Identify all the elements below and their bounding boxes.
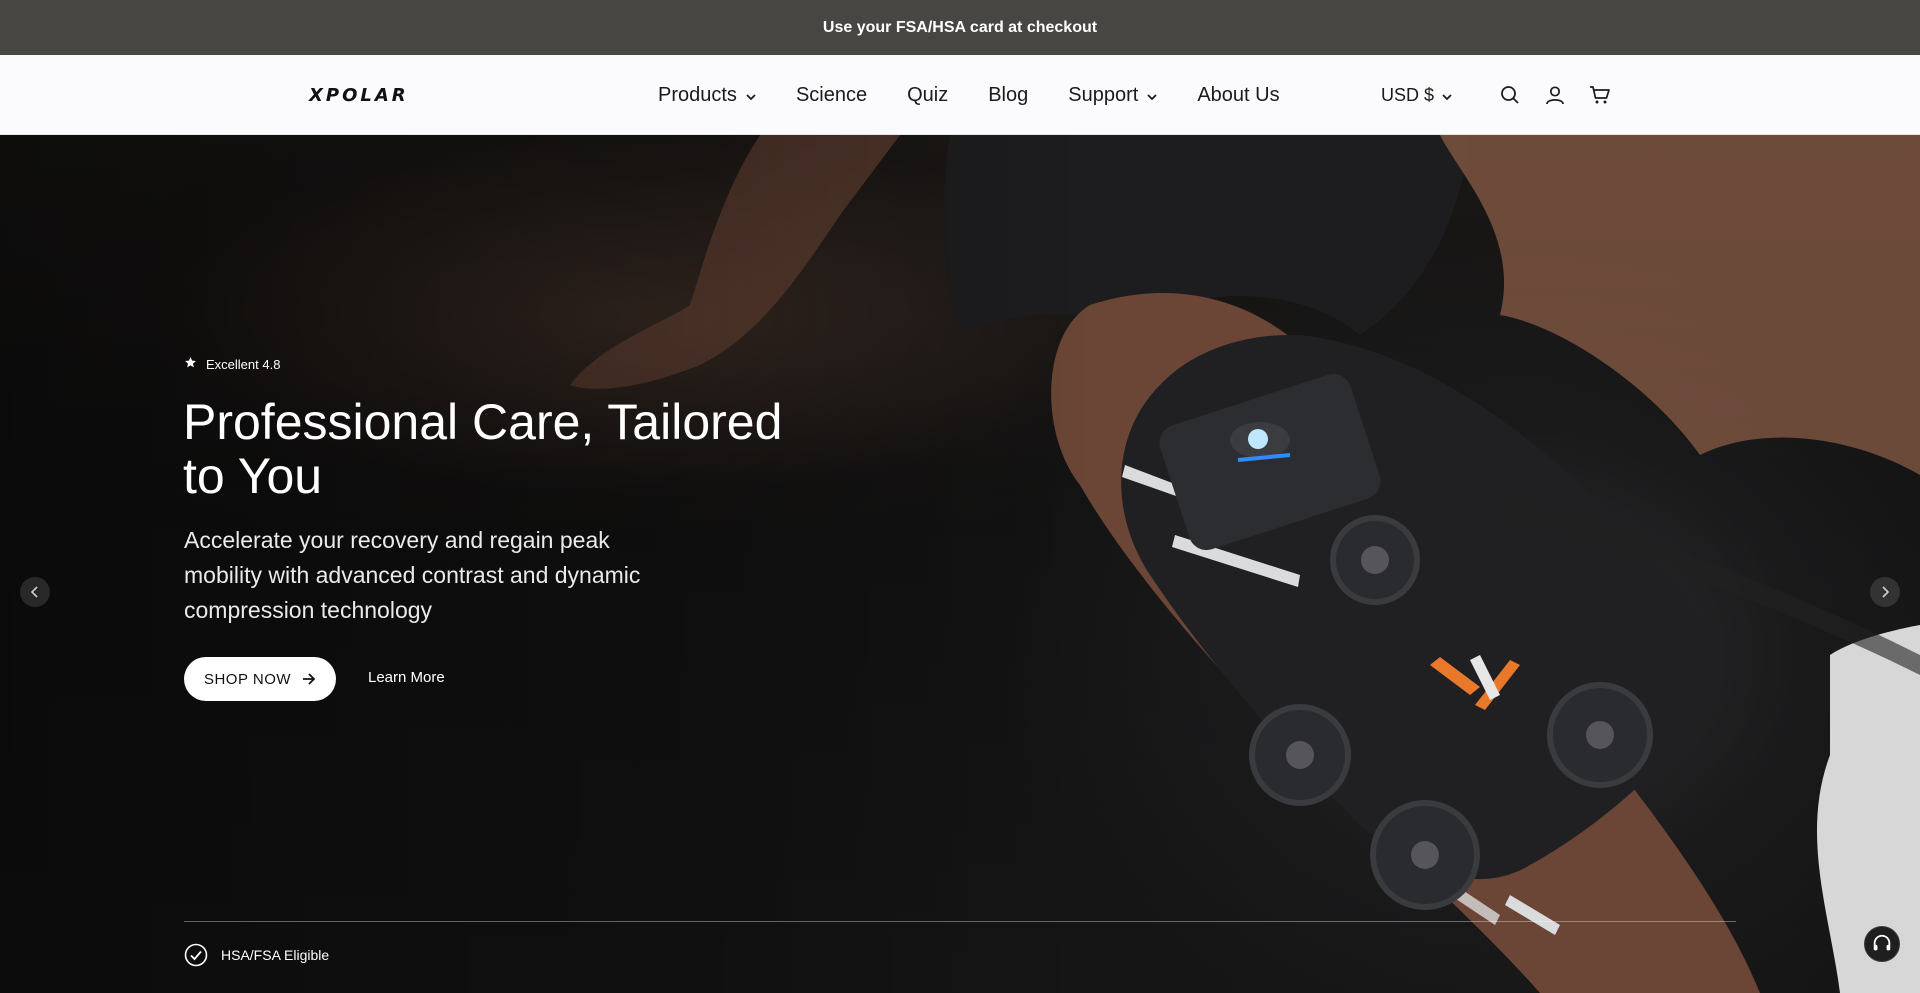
- main-nav: Products Science Quiz Blog Support About…: [658, 55, 1320, 135]
- hsa-fsa-badge: HSA/FSA Eligible: [184, 943, 329, 967]
- carousel-next-button[interactable]: [1870, 577, 1900, 607]
- hero-title: Professional Care, Tailored to You: [183, 394, 783, 504]
- nav-products[interactable]: Products: [658, 55, 756, 135]
- badge-text: HSA/FSA Eligible: [221, 947, 330, 963]
- nav-label: About Us: [1197, 83, 1280, 106]
- chevron-down-icon: [746, 84, 756, 107]
- rating-badge: Excellent 4.8: [184, 356, 280, 372]
- arrow-right-icon: [302, 673, 316, 685]
- shop-now-button[interactable]: SHOP NOW: [184, 657, 336, 701]
- nav-about-us[interactable]: About Us: [1197, 55, 1279, 135]
- hero-subtitle: Accelerate your recovery and regain peak…: [184, 527, 641, 623]
- hero-divider: [184, 921, 1736, 922]
- chevron-down-icon: [1147, 84, 1157, 107]
- star-icon: [184, 356, 197, 372]
- account-icon[interactable]: [1544, 84, 1566, 106]
- nav-support[interactable]: Support: [1068, 55, 1157, 135]
- announcement-bar: Use your FSA/HSA card at checkout: [0, 0, 1920, 55]
- currency-label: USD $: [1380, 84, 1434, 105]
- cart-icon[interactable]: [1589, 84, 1611, 106]
- logo-text: XPOLAR: [309, 84, 409, 106]
- check-circle-icon: [184, 943, 208, 967]
- carousel-prev-button[interactable]: [20, 577, 50, 607]
- site-header: XPOLAR Products Science Quiz Blog Suppor…: [0, 55, 1920, 135]
- nav-science[interactable]: Science: [796, 55, 867, 135]
- headset-icon: [1873, 934, 1891, 951]
- logo[interactable]: XPOLAR: [309, 84, 409, 106]
- hero-banner: Excellent 4.8 Professional Care, Tailore…: [0, 135, 1920, 993]
- announcement-text: Use your FSA/HSA card at checkout: [822, 18, 1098, 36]
- nav-label: Science: [795, 83, 868, 106]
- nav-label: Blog: [988, 83, 1029, 106]
- learn-more-link[interactable]: Learn More: [368, 669, 445, 686]
- nav-blog[interactable]: Blog: [988, 55, 1028, 135]
- chevron-down-icon: [1442, 85, 1452, 106]
- header-actions: USD $: [1381, 55, 1611, 135]
- search-icon[interactable]: [1499, 84, 1521, 106]
- nav-label: Support: [1068, 83, 1139, 106]
- nav-label: Quiz: [907, 83, 949, 106]
- chevron-right-icon: [1882, 586, 1889, 598]
- nav-label: Products: [658, 83, 737, 106]
- support-chat-button[interactable]: [1864, 926, 1900, 962]
- chevron-left-icon: [31, 586, 38, 598]
- rating-text: Excellent 4.8: [206, 356, 281, 372]
- nav-quiz[interactable]: Quiz: [907, 55, 948, 135]
- shop-now-label: SHOP NOW: [203, 670, 292, 688]
- currency-selector[interactable]: USD $: [1381, 85, 1452, 106]
